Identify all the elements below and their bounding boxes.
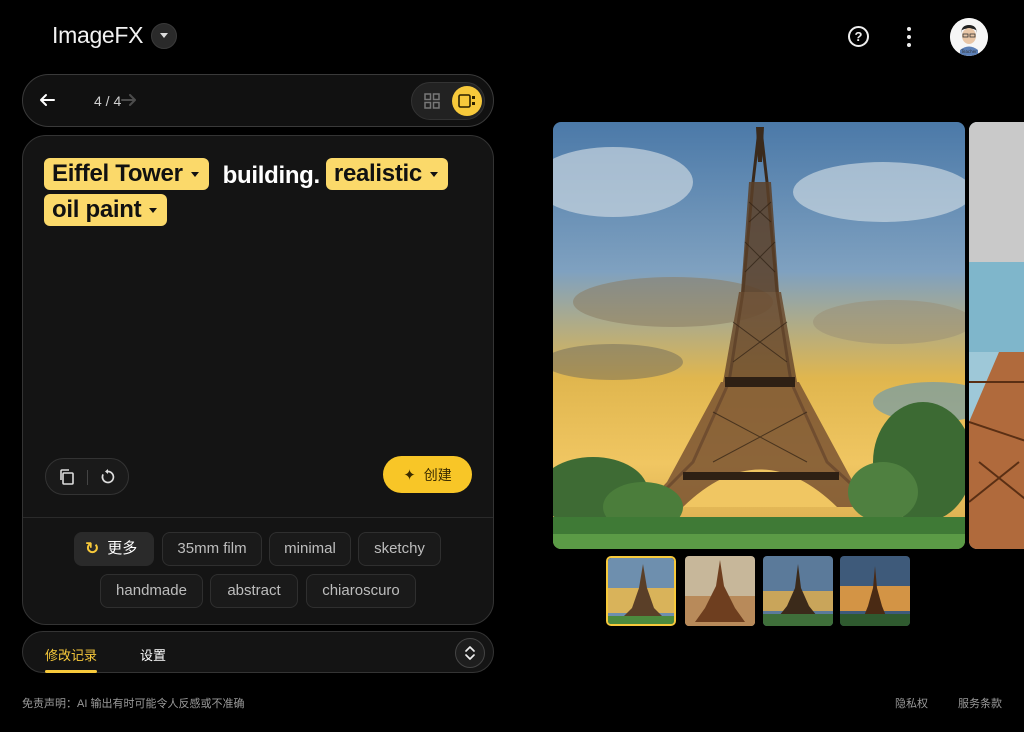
- image-thumbnail[interactable]: [763, 556, 833, 626]
- app-title: ImageFX: [52, 22, 144, 48]
- tab-history[interactable]: 修改记录: [45, 645, 97, 664]
- chevron-down-icon: [149, 207, 158, 213]
- prompt-card: Eiffel Tower building. realistic oil paint…: [22, 135, 494, 625]
- prompt-tools: [45, 458, 129, 495]
- reset-icon[interactable]: [99, 468, 117, 486]
- prompt-chip-label: realistic: [333, 160, 422, 188]
- prompt-chip-label: Eiffel Tower: [52, 160, 183, 188]
- avatar[interactable]: Teacher: [950, 18, 988, 56]
- more-suggestions-label: 更多: [107, 540, 138, 557]
- suggestion-chip[interactable]: sketchy: [358, 532, 441, 566]
- prompt-text-segment[interactable]: building.: [211, 160, 326, 192]
- image-navigation: 4 / 4: [22, 74, 494, 127]
- suggestion-chip[interactable]: chiaroscuro: [306, 574, 416, 608]
- arrow-forward-icon[interactable]: [119, 90, 139, 110]
- bottom-tabs: 修改记录 设置: [22, 631, 494, 673]
- prompt-chip-subject[interactable]: Eiffel Tower: [44, 158, 209, 191]
- generated-image-next-peek[interactable]: [969, 122, 1024, 549]
- image-thumbnail[interactable]: [606, 556, 676, 626]
- prompt-chip-medium[interactable]: oil paint: [44, 194, 168, 227]
- grid-view-icon[interactable]: [420, 89, 444, 113]
- arrow-back-icon[interactable]: [37, 90, 57, 110]
- create-button-label: 创建: [423, 466, 452, 483]
- single-view-icon[interactable]: [452, 86, 482, 116]
- copy-icon[interactable]: [58, 468, 76, 486]
- suggestion-chip[interactable]: 35mm film: [162, 532, 262, 566]
- generated-image-main[interactable]: [553, 122, 965, 549]
- sparkle-icon: ✦: [403, 466, 416, 484]
- tab-settings[interactable]: 设置: [140, 645, 166, 664]
- image-thumbnail[interactable]: [840, 556, 910, 626]
- suggestion-chip[interactable]: minimal: [269, 532, 351, 566]
- expand-collapse-icon[interactable]: [455, 638, 485, 668]
- privacy-link[interactable]: 隐私权: [895, 695, 928, 711]
- chevron-down-icon: [190, 171, 199, 177]
- prompt-editor[interactable]: Eiffel Tower building. realistic oil paint: [44, 157, 474, 229]
- help-icon[interactable]: ?: [848, 26, 869, 47]
- suggestion-chip[interactable]: abstract: [210, 574, 298, 608]
- divider: [87, 470, 88, 485]
- prompt-chip-style[interactable]: realistic: [325, 158, 448, 191]
- create-button[interactable]: ✦ 创建: [383, 456, 472, 493]
- chevron-down-icon: [429, 171, 438, 177]
- active-tab-indicator: [45, 670, 97, 673]
- disclaimer-text: 免责声明：AI 输出有时可能令人反感或不准确: [22, 698, 245, 710]
- refresh-icon: ↻: [85, 539, 100, 558]
- view-mode-toggle: [411, 82, 485, 120]
- prompt-chip-label: oil paint: [52, 196, 142, 224]
- more-vert-icon[interactable]: [905, 27, 913, 47]
- terms-link[interactable]: 服务条款: [958, 695, 1002, 711]
- brand: ImageFX: [52, 22, 178, 49]
- avatar-label: Teacher: [960, 49, 977, 54]
- suggestion-chip[interactable]: handmade: [100, 574, 203, 608]
- divider: [23, 517, 493, 518]
- more-suggestions-button[interactable]: ↻ 更多: [74, 532, 154, 566]
- chevron-down-icon: [160, 33, 169, 38]
- app-switcher-dropdown[interactable]: [151, 22, 178, 49]
- image-counter: 4 / 4: [94, 93, 122, 109]
- image-thumbnail[interactable]: [685, 556, 755, 626]
